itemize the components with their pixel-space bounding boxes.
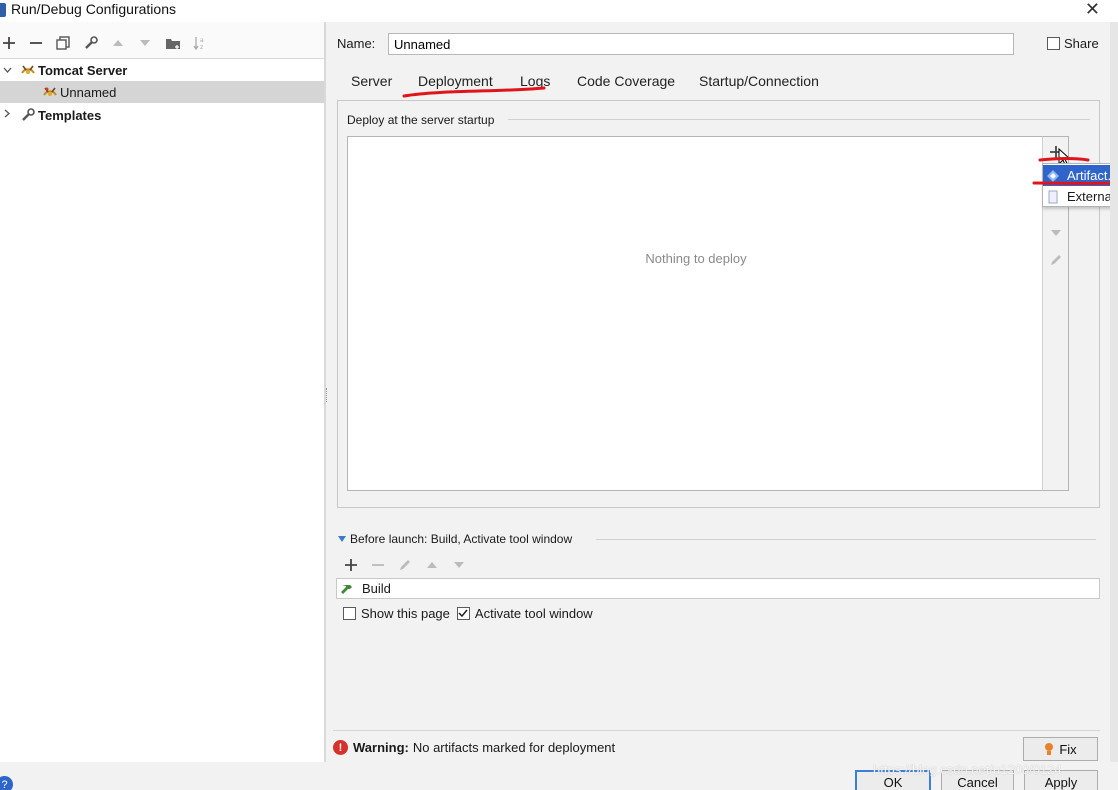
- chevron-right-icon[interactable]: [0, 109, 14, 121]
- copy-icon[interactable]: [54, 34, 72, 52]
- move-up-icon[interactable]: [423, 556, 441, 574]
- deploy-group-label: Deploy at the server startup: [347, 113, 495, 127]
- before-launch-options: Show this page Activate tool window: [343, 606, 593, 621]
- remove-icon[interactable]: [27, 34, 45, 52]
- share-checkbox[interactable]: Share: [1047, 36, 1099, 51]
- activate-tool-window-checkbox[interactable]: [456, 607, 470, 620]
- group-separator: [596, 539, 1096, 540]
- tree-item-unnamed[interactable]: Unnamed: [0, 81, 324, 103]
- hammer-icon: [340, 582, 358, 596]
- bottom-separator: [333, 730, 1100, 731]
- before-launch-header[interactable]: Before launch: Build, Activate tool wind…: [338, 532, 572, 546]
- edit-icon[interactable]: [396, 556, 414, 574]
- help-icon[interactable]: ?: [0, 776, 13, 790]
- configurations-toolbar: az: [0, 30, 324, 58]
- tree-item-label: Templates: [38, 107, 102, 123]
- tab-code-coverage[interactable]: Code Coverage: [577, 73, 675, 89]
- file-icon: [1043, 190, 1063, 204]
- warning-message: ! Warning: No artifacts marked for deplo…: [333, 740, 615, 755]
- folder-icon[interactable]: [164, 34, 182, 52]
- error-icon: !: [333, 740, 348, 755]
- deploy-list[interactable]: Nothing to deploy: [347, 136, 1043, 491]
- configurations-panel: az Tomcat Server Unnamed Templates: [0, 22, 324, 762]
- fix-label: Fix: [1059, 741, 1077, 757]
- svg-text:z: z: [200, 44, 203, 50]
- app-icon: [0, 3, 6, 17]
- menu-item-label: External: [1067, 189, 1115, 204]
- before-launch-label: Before launch: Build, Activate tool wind…: [350, 532, 573, 546]
- annotation-underline: [402, 86, 546, 98]
- tree-item-label: Unnamed: [60, 84, 117, 100]
- show-page-label: Show this page: [361, 606, 450, 621]
- splitter-grip[interactable]: [326, 388, 329, 402]
- share-label: Share: [1064, 36, 1099, 51]
- add-icon[interactable]: [0, 34, 18, 52]
- remove-icon[interactable]: [369, 556, 387, 574]
- empty-deploy-text: Nothing to deploy: [645, 251, 747, 266]
- annotation-underline: [1032, 157, 1118, 185]
- wrench-icon: [20, 107, 36, 123]
- title-bar: Run/Debug Configurations ✕: [0, 0, 1118, 22]
- tomcat-icon: [20, 62, 36, 78]
- task-label: Build: [362, 581, 391, 596]
- window-title: Run/Debug Configurations: [11, 1, 176, 17]
- move-down-icon[interactable]: [1047, 224, 1065, 242]
- tomcat-icon: [42, 84, 58, 100]
- edit-icon[interactable]: [1047, 251, 1065, 269]
- tree-item-templates[interactable]: Templates: [0, 104, 324, 126]
- sort-icon[interactable]: az: [191, 34, 209, 52]
- chevron-down-icon[interactable]: [0, 64, 14, 76]
- before-launch-task-row[interactable]: Build: [336, 578, 1100, 599]
- show-page-checkbox[interactable]: [343, 607, 356, 620]
- close-icon[interactable]: ✕: [1085, 0, 1100, 20]
- tab-startup-connection[interactable]: Startup/Connection: [699, 73, 819, 89]
- move-up-icon[interactable]: [109, 34, 127, 52]
- name-input[interactable]: [388, 33, 1014, 55]
- add-icon[interactable]: [342, 556, 360, 574]
- tree-item-label: Tomcat Server: [38, 62, 128, 78]
- activate-tool-window-label: Activate tool window: [474, 606, 593, 621]
- fix-button[interactable]: Fix: [1023, 737, 1098, 761]
- triangle-down-icon[interactable]: [338, 536, 348, 542]
- wrench-icon[interactable]: [82, 34, 100, 52]
- tree-item-tomcat-server[interactable]: Tomcat Server: [0, 59, 324, 81]
- warning-prefix: Warning:: [353, 740, 409, 755]
- move-down-icon[interactable]: [450, 556, 468, 574]
- warning-text: No artifacts marked for deployment: [412, 740, 616, 755]
- svg-text:a: a: [200, 37, 204, 44]
- configurations-tree: Tomcat Server Unnamed Templates: [0, 58, 324, 762]
- group-separator: [508, 119, 1090, 120]
- window-scrollbar[interactable]: [1110, 22, 1118, 762]
- name-label: Name:: [337, 36, 376, 51]
- bulb-icon: [1044, 742, 1054, 756]
- move-down-icon[interactable]: [136, 34, 154, 52]
- share-checkbox-box[interactable]: [1047, 37, 1060, 50]
- watermark: https://blog.csdn.net/u1200/0124: [873, 762, 1062, 777]
- tab-server[interactable]: Server: [351, 73, 392, 89]
